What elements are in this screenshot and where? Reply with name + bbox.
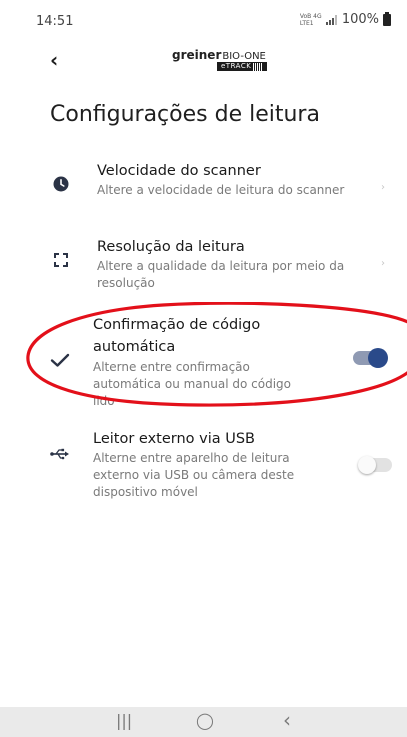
- setting-title: Confirmação de código automática: [93, 317, 261, 355]
- recent-apps-button[interactable]: |||: [116, 711, 132, 730]
- setting-resolution[interactable]: Resolução da leitura Altere a qualidade …: [0, 236, 407, 296]
- navigation-bar: ||| ◯ ‹: [0, 707, 407, 737]
- signal-icon: [325, 14, 337, 25]
- setting-description: Altere a qualidade da leitura por meio d…: [97, 259, 345, 290]
- auto-confirmation-toggle[interactable]: [353, 348, 388, 368]
- setting-title: Resolução da leitura: [97, 239, 245, 255]
- brand-name: greiner: [172, 48, 222, 62]
- setting-scanner-speed[interactable]: Velocidade do scanner Altere a velocidad…: [0, 160, 407, 220]
- status-bar: 14:51 VoB 4G LTE1 100%: [0, 0, 407, 38]
- product-name: eTRACK: [221, 62, 252, 70]
- app-header: ‹ greinerBIO-ONE eTRACK: [0, 42, 407, 82]
- battery-percent: 100%: [341, 12, 379, 27]
- clock-icon: [53, 176, 69, 192]
- setting-title: Leitor externo via USB: [93, 431, 255, 447]
- setting-usb-reader[interactable]: Leitor externo via USB Alterne entre apa…: [0, 428, 407, 508]
- barcode-icon: [253, 62, 264, 71]
- back-button[interactable]: ‹: [50, 48, 58, 72]
- brand-suffix: BIO-ONE: [222, 51, 266, 62]
- page-title: Configurações de leitura: [50, 102, 320, 127]
- usb-reader-toggle[interactable]: [358, 456, 392, 474]
- resolution-icon: [53, 252, 69, 268]
- product-badge: eTRACK: [217, 62, 268, 71]
- chevron-right-icon: ›: [381, 258, 385, 269]
- toggle-knob: [358, 456, 376, 474]
- status-icons: VoB 4G LTE1 100%: [299, 11, 391, 27]
- greiner-etrack-logo: greinerBIO-ONE eTRACK: [172, 48, 282, 76]
- status-time: 14:51: [36, 14, 74, 29]
- setting-auto-confirmation[interactable]: Confirmação de código automática Alterne…: [0, 314, 407, 408]
- home-button[interactable]: ◯: [196, 711, 214, 730]
- setting-title: Velocidade do scanner: [97, 163, 261, 179]
- nav-back-button[interactable]: ‹: [283, 708, 291, 732]
- usb-icon: [50, 448, 70, 460]
- battery-icon: [383, 11, 391, 26]
- chevron-right-icon: ›: [381, 182, 385, 193]
- setting-description: Altere a velocidade de leitura do scanne…: [97, 183, 345, 197]
- checkmark-icon: [50, 352, 70, 368]
- setting-description: Alterne entre aparelho de leitura extern…: [93, 451, 295, 499]
- toggle-knob: [368, 348, 388, 368]
- network-indicator: VoB 4G LTE1: [299, 12, 322, 27]
- setting-description: Alterne entre confirmação automática ou …: [93, 360, 291, 408]
